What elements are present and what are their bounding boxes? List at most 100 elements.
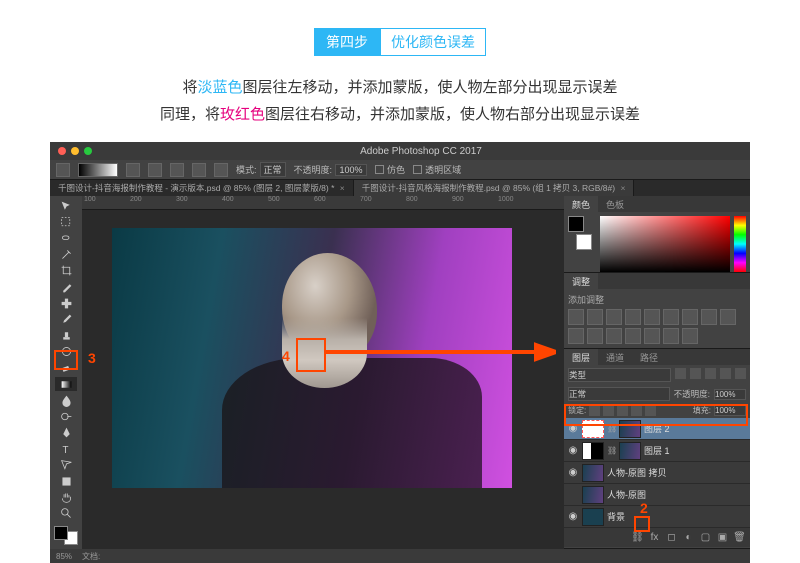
link-layers-icon[interactable]: ⛓ [631,531,644,544]
levels-adjustment-icon[interactable] [587,309,603,325]
layer-name[interactable]: 图层 1 [644,444,747,457]
history-brush-tool-icon[interactable] [55,345,77,359]
layers-tab[interactable]: 图层 [564,349,598,365]
filter-smart-icon[interactable] [735,368,746,379]
filter-pixel-icon[interactable] [675,368,686,379]
gradientmap-adjustment-icon[interactable] [663,328,679,344]
layer-thumb[interactable] [619,420,641,438]
zoom-level[interactable]: 85% [56,552,72,561]
mask-selection-thumb[interactable] [582,420,604,438]
shape-tool-icon[interactable] [55,474,77,488]
channels-tab[interactable]: 通道 [598,349,632,365]
minimize-window-button[interactable] [71,147,79,155]
curves-adjustment-icon[interactable] [606,309,622,325]
invert-adjustment-icon[interactable] [606,328,622,344]
lock-artboard-icon[interactable] [631,405,642,416]
delete-layer-icon[interactable]: 🗑 [733,531,746,544]
gradient-tool-icon[interactable] [55,377,77,391]
blend-mode-select[interactable]: 正常 [568,387,670,401]
layer-thumb[interactable] [582,464,604,482]
layer-thumb[interactable] [582,508,604,526]
lasso-tool-icon[interactable] [55,231,77,245]
vibrance-adjustment-icon[interactable] [644,309,660,325]
new-layer-icon[interactable]: ▣ [716,531,729,544]
close-icon[interactable]: × [340,183,345,193]
layer-item[interactable]: ◉ ⛓ 图层 1 [564,440,750,462]
link-icon[interactable]: ⛓ [607,424,616,433]
maximize-window-button[interactable] [84,147,92,155]
channelmixer-adjustment-icon[interactable] [568,328,584,344]
gradient-angle-icon[interactable] [170,163,184,177]
fill-input[interactable]: 100% [714,405,746,416]
visibility-icon[interactable]: ◉ [567,445,579,457]
paths-tab[interactable]: 路径 [632,349,666,365]
blend-mode-select[interactable]: 正常 [260,162,286,177]
layer-thumb[interactable] [582,486,604,504]
colorlookup-adjustment-icon[interactable] [587,328,603,344]
visibility-icon[interactable]: ◉ [567,511,579,523]
gradient-radial-icon[interactable] [148,163,162,177]
brightness-adjustment-icon[interactable] [568,309,584,325]
layer-item[interactable]: ◉ 背景 [564,506,750,528]
gradient-linear-icon[interactable] [126,163,140,177]
close-icon[interactable]: × [620,183,625,193]
exposure-adjustment-icon[interactable] [625,309,641,325]
gradient-preview-icon[interactable] [78,163,118,177]
adjustments-tab[interactable]: 调整 [564,273,598,289]
hand-tool-icon[interactable] [55,491,77,505]
transparency-checkbox[interactable] [413,165,422,174]
dodge-tool-icon[interactable] [55,410,77,424]
layer-item[interactable]: ◉ 人物-原图 拷贝 [564,462,750,484]
zoom-tool-icon[interactable] [55,507,77,521]
bw-adjustment-icon[interactable] [701,309,717,325]
opacity-input[interactable]: 100% [335,164,367,176]
marquee-tool-icon[interactable] [55,215,77,229]
brush-tool-icon[interactable] [55,312,77,326]
panel-background-swatch[interactable] [576,234,592,250]
link-icon[interactable]: ⛓ [607,446,616,455]
move-tool-icon[interactable] [55,199,77,213]
color-tab[interactable]: 颜色 [564,196,598,212]
eraser-tool-icon[interactable] [55,361,77,375]
visibility-icon[interactable]: ◉ [567,467,579,479]
eyedropper-tool-icon[interactable] [55,280,77,294]
colorbalance-adjustment-icon[interactable] [682,309,698,325]
gradient-diamond-icon[interactable] [214,163,228,177]
layer-style-icon[interactable]: fx [648,531,661,544]
close-window-button[interactable] [58,147,66,155]
layer-name[interactable]: 人物-原图 拷贝 [607,466,747,479]
blur-tool-icon[interactable] [55,393,77,407]
mask-thumb[interactable] [582,442,604,460]
selective-adjustment-icon[interactable] [682,328,698,344]
filter-type-icon[interactable] [705,368,716,379]
swatches-tab[interactable]: 色板 [598,196,632,212]
new-group-icon[interactable]: ▢ [699,531,712,544]
layer-opacity-input[interactable]: 100% [714,389,746,400]
foreground-color-swatch[interactable] [54,526,68,540]
color-swatches[interactable] [54,526,78,545]
layer-name[interactable]: 人物-原图 [607,488,747,501]
canvas[interactable] [82,210,564,535]
document-tab-2[interactable]: 千图设计-抖音风格海报制作教程.psd @ 85% (组 1 拷贝 3, RGB… [354,180,635,196]
layer-item[interactable]: ◉ ⛓ 图层 2 [564,418,750,440]
visibility-icon[interactable] [567,489,579,501]
add-mask-icon[interactable]: ◻ [665,531,678,544]
layer-thumb[interactable] [619,442,641,460]
photofilter-adjustment-icon[interactable] [720,309,736,325]
path-tool-icon[interactable] [55,458,77,472]
dither-checkbox[interactable] [375,165,384,174]
wand-tool-icon[interactable] [55,248,77,262]
type-tool-icon[interactable]: T [55,442,77,456]
lock-all-icon[interactable] [645,405,656,416]
filter-kind-select[interactable]: 类型 [568,368,671,382]
layer-name[interactable]: 图层 2 [644,422,747,435]
panel-foreground-swatch[interactable] [568,216,584,232]
layer-item[interactable]: 人物-原图 [564,484,750,506]
visibility-icon[interactable]: ◉ [567,423,579,435]
posterize-adjustment-icon[interactable] [625,328,641,344]
tool-preset-icon[interactable] [56,163,70,177]
stamp-tool-icon[interactable] [55,329,77,343]
hue-slider[interactable] [734,216,746,272]
crop-tool-icon[interactable] [55,264,77,278]
hue-adjustment-icon[interactable] [663,309,679,325]
